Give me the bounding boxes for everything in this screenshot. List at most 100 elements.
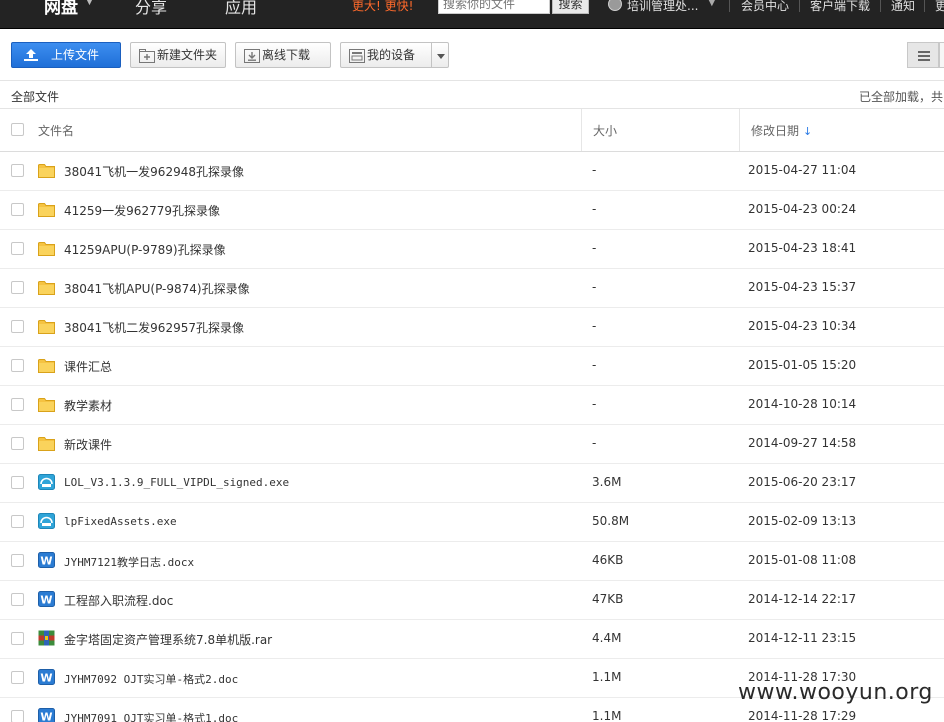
word-doc-icon: W [38,708,55,722]
offline-download-button[interactable]: 离线下载 [235,42,331,68]
row-checkbox[interactable] [11,359,24,372]
nav-item-share[interactable]: 分享 [135,0,167,18]
nav-link-notifications[interactable]: 通知 [891,0,915,14]
list-view-icon [918,51,930,61]
file-row[interactable]: 金字塔固定资产管理系统7.8单机版.rar 4.4M 2014-12-11 23:1… [0,620,944,659]
file-modified-date: 2014-10-28 10:14 [748,397,857,411]
file-name[interactable]: JYHM7092 OJT实习单-格式2.doc [64,671,238,687]
row-checkbox[interactable] [11,593,24,606]
list-view-toggle[interactable] [907,42,939,68]
row-checkbox[interactable] [11,632,24,645]
nav-divider [729,0,730,12]
row-checkbox[interactable] [11,476,24,489]
nav-link-more[interactable]: 更 [935,0,944,14]
nav-item-apps[interactable]: 应用 [225,0,257,18]
row-checkbox[interactable] [11,242,24,255]
file-name[interactable]: 38041飞机二发962957孔探录像 [64,319,244,336]
file-size: - [592,436,597,450]
column-header-date[interactable]: 修改日期 ↓ [751,122,812,139]
row-checkbox[interactable] [11,320,24,333]
folder-icon [38,242,55,256]
file-row[interactable]: 38041飞机APU(P-9874)孔探录像 - 2015-04-23 15:37 [0,269,944,308]
new-folder-icon [139,49,155,63]
folder-icon [38,203,55,217]
file-name[interactable]: 金字塔固定资产管理系统7.8单机版.rar [64,631,272,648]
file-size: 1.1M [592,709,622,722]
file-modified-date: 2015-04-23 00:24 [748,202,857,216]
nav-link-client-download[interactable]: 客户端下载 [810,0,870,14]
column-header-size[interactable]: 大小 [593,122,617,139]
chevron-down-icon[interactable]: ▼ [86,0,93,7]
sort-down-icon[interactable]: ↓ [803,125,812,138]
upload-label: 上传文件 [51,48,100,62]
file-row[interactable]: W 工程部入职流程.doc 47KB 2014-12-14 22:17 [0,581,944,620]
my-devices-dropdown[interactable] [431,42,449,68]
row-checkbox[interactable] [11,515,24,528]
file-row[interactable]: 41259一发962779孔探录像 - 2015-04-23 00:24 [0,191,944,230]
column-header-name[interactable]: 文件名 [38,122,74,139]
nav-divider [799,0,800,12]
user-avatar-icon[interactable] [608,0,622,11]
upload-button[interactable]: 上传文件 [11,42,121,68]
file-row[interactable]: 38041飞机二发962957孔探录像 - 2015-04-23 10:34 [0,308,944,347]
row-checkbox[interactable] [11,671,24,684]
file-name[interactable]: 工程部入职流程.doc [64,592,173,609]
my-devices-button[interactable]: 我的设备 [340,42,432,68]
file-row[interactable]: W JYHM7121教学日志.docx 46KB 2015-01-08 11:08 [0,542,944,581]
word-doc-icon: W [38,552,55,568]
row-checkbox[interactable] [11,203,24,216]
word-doc-icon: W [38,591,55,607]
file-size: 47KB [592,592,624,606]
file-size: 50.8M [592,514,630,528]
file-size: - [592,202,597,216]
row-checkbox[interactable] [11,281,24,294]
grid-view-toggle[interactable] [939,42,944,68]
svg-text:W: W [40,594,52,607]
file-size: - [592,319,597,333]
search-button[interactable]: 搜索 [552,0,589,14]
file-name[interactable]: 41259APU(P-9789)孔探录像 [64,241,226,258]
word-doc-icon: W [38,669,55,685]
file-modified-date: 2015-01-08 11:08 [748,553,857,567]
row-checkbox[interactable] [11,398,24,411]
breadcrumb-bar: 全部文件 已全部加载，共 [0,80,944,109]
row-checkbox[interactable] [11,437,24,450]
row-checkbox[interactable] [11,164,24,177]
nav-promo-link[interactable]: 更大! 更快! [352,0,413,14]
file-name[interactable]: JYHM7121教学日志.docx [64,554,194,570]
file-name[interactable]: lpFixedAssets.exe [64,515,177,528]
file-name[interactable]: LOL_V3.1.3.9_FULL_VIPDL_signed.exe [64,476,289,489]
file-name[interactable]: 教学素材 [64,397,112,414]
breadcrumb[interactable]: 全部文件 [11,88,59,105]
file-modified-date: 2014-09-27 14:58 [748,436,857,450]
watermark: www.wooyun.org [738,680,933,705]
file-size: - [592,163,597,177]
file-name[interactable]: 新改课件 [64,436,112,453]
new-folder-button[interactable]: 新建文件夹 [130,42,226,68]
file-row[interactable]: lpFixedAssets.exe 50.8M 2015-02-09 13:13 [0,503,944,542]
nav-link-membership[interactable]: 会员中心 [741,0,789,14]
chevron-down-icon[interactable]: ▼ [708,0,716,8]
file-name[interactable]: 38041飞机APU(P-9874)孔探录像 [64,280,250,297]
file-row[interactable]: 新改课件 - 2014-09-27 14:58 [0,425,944,464]
file-name[interactable]: 课件汇总 [64,358,112,375]
file-modified-date: 2015-01-05 15:20 [748,358,857,372]
new-folder-label: 新建文件夹 [157,48,218,62]
select-all-checkbox[interactable] [11,123,24,136]
row-checkbox[interactable] [11,554,24,567]
file-modified-date: 2014-12-14 22:17 [748,592,857,606]
file-row[interactable]: 38041飞机一发962948孔探录像 - 2015-04-27 11:04 [0,152,944,191]
file-row[interactable]: 41259APU(P-9789)孔探录像 - 2015-04-23 18:41 [0,230,944,269]
my-devices-label: 我的设备 [367,48,416,62]
file-name[interactable]: 38041飞机一发962948孔探录像 [64,163,244,180]
file-row[interactable]: LOL_V3.1.3.9_FULL_VIPDL_signed.exe 3.6M 20… [0,464,944,503]
file-row[interactable]: 课件汇总 - 2015-01-05 15:20 [0,347,944,386]
file-name[interactable]: JYHM7091 OJT实习单-格式1.doc [64,710,238,722]
nav-brand-netdisk[interactable]: 网盘 [44,0,78,18]
file-name[interactable]: 41259一发962779孔探录像 [64,202,220,219]
column-header-date-label: 修改日期 [751,124,800,138]
row-checkbox[interactable] [11,710,24,722]
nav-username[interactable]: 培训管理处... [627,0,698,14]
file-row[interactable]: 教学素材 - 2014-10-28 10:14 [0,386,944,425]
search-input[interactable] [438,0,550,14]
